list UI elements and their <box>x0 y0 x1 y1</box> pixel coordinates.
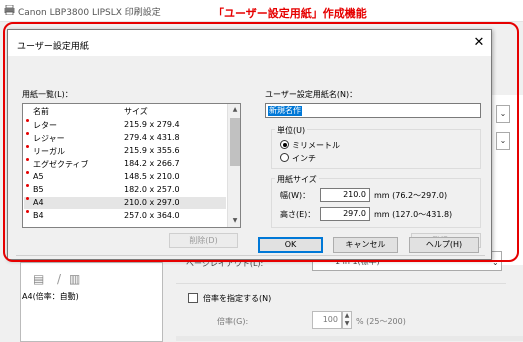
unit-mm-radio[interactable] <box>280 140 289 149</box>
scroll-down-icon[interactable]: ▼ <box>228 215 240 227</box>
paper-list-item[interactable]: エグゼクティブ 184.2 x 266.7 <box>24 158 226 170</box>
paper-size: 215.9 x 279.4 <box>124 120 180 129</box>
unit-mm-label: ミリメートル <box>292 141 340 150</box>
printer-icon <box>4 5 15 15</box>
delete-button[interactable]: 削除(D) <box>169 233 238 248</box>
list-scrollbar[interactable]: ▲ ▼ <box>227 104 240 227</box>
paper-dot-icon <box>26 158 29 161</box>
paper-name-label: ユーザー設定用紙名(N)： <box>265 90 358 99</box>
paper-list-label: 用紙一覧(L)： <box>22 90 73 99</box>
paper-name: A4 <box>33 198 44 207</box>
paper-name: レジャー <box>33 134 65 143</box>
height-range-text: mm (127.0～431.8) <box>374 210 453 219</box>
chevron-down-icon[interactable]: ⌄ <box>496 105 510 123</box>
paper-dot-icon <box>26 132 29 135</box>
paper-dot-icon <box>26 119 29 122</box>
paper-list-item[interactable]: A5 148.5 x 210.0 <box>24 171 226 183</box>
width-label: 幅(W)： <box>280 191 311 200</box>
paper-list-item[interactable]: B4 257.0 x 364.0 <box>24 210 226 222</box>
scroll-thumb[interactable] <box>230 118 240 166</box>
ok-button[interactable]: OK <box>258 237 323 253</box>
dialog-separator <box>16 255 485 256</box>
paper-dot-icon <box>26 184 29 187</box>
chevron-down-icon[interactable]: ⌄ <box>492 258 499 267</box>
background-window-title: Canon LBP3800 LIPSLX 印刷設定 <box>18 8 161 18</box>
copy-icon[interactable]: ▥ <box>69 272 80 286</box>
width-range-text: mm (76.2～297.0) <box>374 191 448 200</box>
preview-toggle-icons[interactable]: ▤ / ▥ <box>33 268 99 290</box>
ratio-label: 倍率(G): <box>217 317 249 326</box>
dialog-body: 用紙一覧(L)： 名前 サイズ レター 215.9 x 279.4 レジャー 279.… <box>8 56 491 259</box>
paper-dot-icon <box>26 210 29 213</box>
paper-name: B5 <box>33 185 44 194</box>
paper-name: A5 <box>33 172 44 181</box>
height-input[interactable]: 297.0 <box>320 207 370 221</box>
scroll-up-icon[interactable]: ▲ <box>228 104 240 116</box>
paper-list[interactable]: 名前 サイズ レター 215.9 x 279.4 レジャー 279.4 x 431.8… <box>22 103 241 228</box>
magnification-checkbox-label: 倍率を指定する(N) <box>203 294 272 303</box>
paper-size: 148.5 x 210.0 <box>124 172 180 181</box>
paper-name-input[interactable]: 新規名作 <box>265 103 481 118</box>
paper-name: エグゼクティブ <box>33 160 89 169</box>
paper-dot-icon <box>26 197 29 200</box>
paper-dot-icon <box>26 145 29 148</box>
cancel-button[interactable]: キャンセル <box>333 237 398 253</box>
paper-size: 182.0 x 257.0 <box>124 185 180 194</box>
paper-list-item[interactable]: B5 182.0 x 257.0 <box>24 184 226 196</box>
paper-size: 210.0 x 297.0 <box>124 198 180 207</box>
paper-list-item[interactable]: A4 210.0 x 297.0 <box>24 197 226 209</box>
width-input[interactable]: 210.0 <box>320 188 370 202</box>
help-button[interactable]: ヘルプ(H) <box>409 237 479 253</box>
paper-name: レター <box>33 121 57 130</box>
paper-dot-icon <box>26 171 29 174</box>
paper-status-text: A4(倍率：自動) <box>22 292 79 301</box>
paper-name: リーガル <box>33 147 65 156</box>
bottom-strip <box>176 336 523 341</box>
dialog-title: ユーザー設定用紙 <box>17 42 89 52</box>
ratio-spinner[interactable]: ▲ ▼ <box>342 311 352 329</box>
paper-size: 215.9 x 355.6 <box>124 146 180 155</box>
paper-list-item[interactable]: レター 215.9 x 279.4 <box>24 119 226 131</box>
paper-size: 279.4 x 431.8 <box>124 133 180 142</box>
paper-name: B4 <box>33 211 44 220</box>
section-divider <box>176 283 506 284</box>
paper-list-item[interactable]: リーガル 215.9 x 355.6 <box>24 145 226 157</box>
unit-inch-radio[interactable] <box>280 153 289 162</box>
paper-size-groupbox <box>271 178 481 228</box>
paper-size: 184.2 x 266.7 <box>124 159 180 168</box>
custom-paper-dialog: ユーザー設定用紙 ✕ 用紙一覧(L)： 名前 サイズ レター 215.9 x 27… <box>7 29 492 260</box>
ratio-range-text: % (25～200) <box>356 317 406 326</box>
paper-size: 257.0 x 364.0 <box>124 211 180 220</box>
list-header-size: サイズ <box>124 107 148 116</box>
height-label: 高さ(E)： <box>280 210 316 219</box>
ratio-input[interactable]: 100 <box>312 311 342 329</box>
unit-inch-label: インチ <box>292 154 316 163</box>
close-icon[interactable]: ✕ <box>471 35 487 51</box>
list-header-name: 名前 <box>33 107 49 116</box>
paper-size-group-label: 用紙サイズ <box>275 174 319 185</box>
layout-icon[interactable]: ▤ <box>33 272 44 286</box>
unit-group-label: 単位(U) <box>275 125 308 136</box>
slash-divider-icon: / <box>57 272 62 286</box>
background-right-panel: ⌄ ⌄ <box>490 95 523 265</box>
paper-name-value: 新規名作 <box>268 106 302 116</box>
paper-list-item[interactable]: レジャー 279.4 x 431.8 <box>24 132 226 144</box>
feature-banner: 「ユーザー設定用紙」作成機能 <box>213 7 367 20</box>
magnification-checkbox[interactable] <box>188 293 198 303</box>
chevron-down-icon[interactable]: ⌄ <box>496 132 510 150</box>
